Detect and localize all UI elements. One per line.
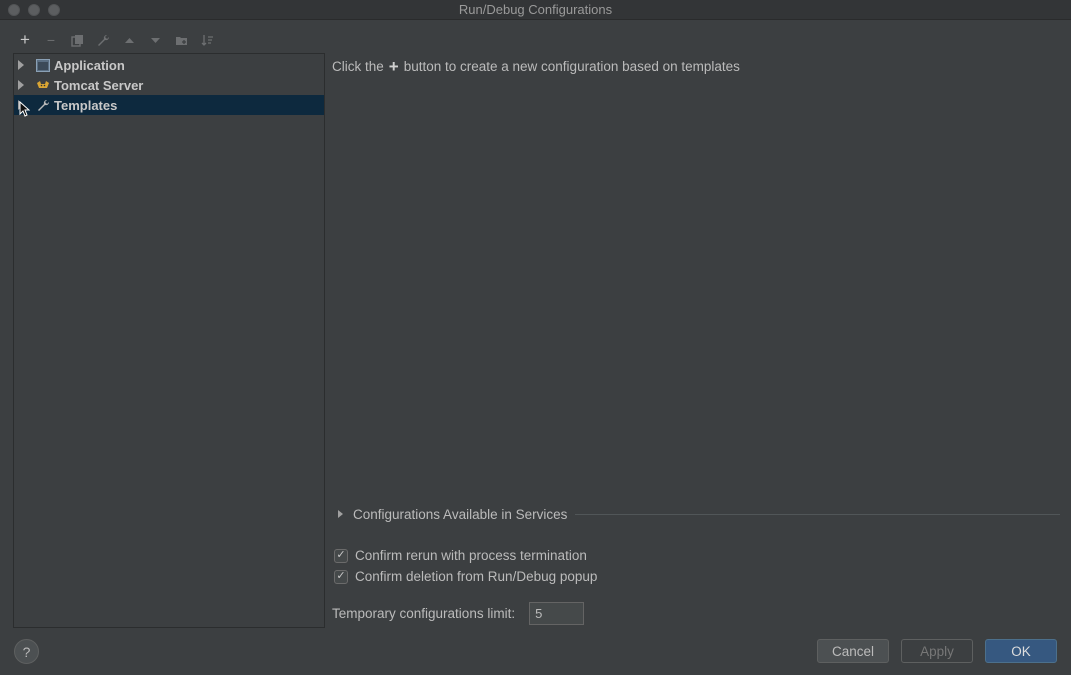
services-section-label: Configurations Available in Services <box>353 506 568 522</box>
separator-line <box>575 513 1060 515</box>
tree-item-label: Tomcat Server <box>54 77 144 93</box>
cancel-button[interactable]: Cancel <box>817 639 889 663</box>
tree-item-application[interactable]: Application <box>14 55 324 75</box>
move-up-icon[interactable] <box>116 29 142 51</box>
tree-item-tomcat-server[interactable]: Tomcat Server <box>14 75 324 95</box>
temp-config-limit: Temporary configurations limit: 5 <box>332 602 585 625</box>
add-icon[interactable]: + <box>12 29 38 51</box>
sort-icon[interactable] <box>194 29 220 51</box>
mouse-cursor-icon <box>19 101 30 117</box>
configuration-tree[interactable]: Application Tomcat Server Templates <box>13 53 325 628</box>
empty-state-hint: Click the + button to create a new confi… <box>332 58 740 75</box>
copy-icon[interactable] <box>64 29 90 51</box>
move-down-icon[interactable] <box>142 29 168 51</box>
wrench-icon[interactable] <box>90 29 116 51</box>
tree-item-templates[interactable]: Templates <box>14 95 324 117</box>
confirm-rerun-option[interactable]: ✓ Confirm rerun with process termination <box>334 548 587 563</box>
temp-limit-label: Temporary configurations limit: <box>332 606 516 621</box>
services-section-toggle[interactable]: Configurations Available in Services <box>336 505 1060 523</box>
hint-text-after: button to create a new configuration bas… <box>403 59 740 74</box>
tree-item-label: Application <box>54 57 125 73</box>
expand-arrow-icon[interactable] <box>18 60 24 70</box>
collapsed-arrow-icon[interactable] <box>338 510 343 518</box>
confirm-deletion-label: Confirm deletion from Run/Debug popup <box>355 569 598 584</box>
hint-text-before: Click the <box>332 59 384 74</box>
confirm-deletion-option[interactable]: ✓ Confirm deletion from Run/Debug popup <box>334 569 597 584</box>
expand-arrow-icon[interactable] <box>18 80 24 90</box>
help-button[interactable]: ? <box>14 639 39 664</box>
plus-icon: + <box>388 57 399 76</box>
application-icon <box>36 58 50 72</box>
config-toolbar: + − <box>12 28 220 52</box>
tomcat-icon <box>36 78 50 92</box>
remove-icon[interactable]: − <box>38 29 64 51</box>
wrench-icon <box>36 98 50 112</box>
tree-item-label: Templates <box>54 97 118 113</box>
title-bar: Run/Debug Configurations <box>0 0 1071 20</box>
confirm-rerun-label: Confirm rerun with process termination <box>355 548 587 563</box>
apply-button[interactable]: Apply <box>901 639 973 663</box>
confirm-rerun-checkbox[interactable]: ✓ <box>334 548 348 563</box>
ok-button[interactable]: OK <box>985 639 1057 663</box>
confirm-deletion-checkbox[interactable]: ✓ <box>334 569 348 584</box>
window-title: Run/Debug Configurations <box>458 2 613 17</box>
temp-limit-input[interactable]: 5 <box>529 602 585 625</box>
create-folder-icon[interactable] <box>168 29 194 51</box>
